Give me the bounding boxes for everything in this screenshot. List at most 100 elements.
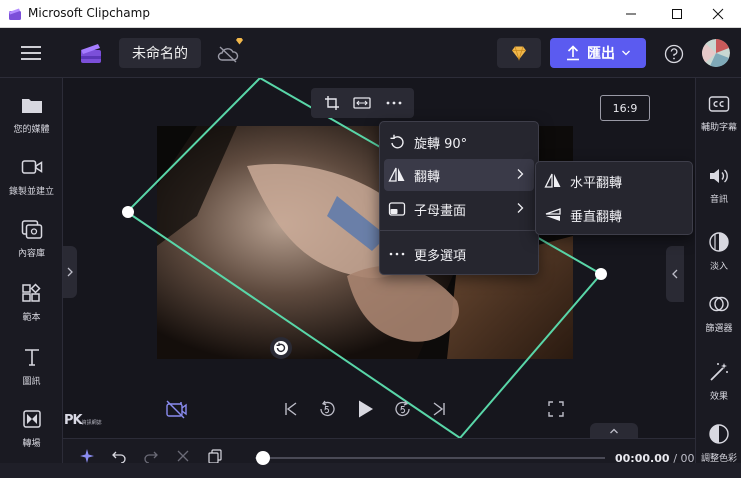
menu-item-label: 垂直翻轉 [570, 209, 623, 225]
menu-item-picture-in-picture[interactable]: 子母畫面 [384, 193, 534, 225]
crop-icon [325, 96, 339, 110]
window-title: Microsoft Clipchamp [28, 6, 150, 20]
close-icon [712, 8, 724, 20]
expand-right-panel-button[interactable] [666, 246, 684, 302]
menu-item-rotate[interactable]: 旋轉 90° [384, 126, 534, 158]
hamburger-icon [21, 46, 41, 60]
sidebar-item-filters[interactable]: 篩選器 [696, 290, 741, 348]
hamburger-menu-button[interactable] [14, 40, 48, 66]
camera-off-icon [166, 400, 187, 419]
export-button[interactable]: 匯出 [550, 38, 646, 68]
menu-item-more-options[interactable]: 更多選項 [384, 238, 534, 270]
play-button[interactable] [353, 394, 379, 424]
ai-assist-button[interactable] [77, 448, 97, 464]
flip-horizontal-icon [540, 171, 566, 191]
menu-item-flip-horizontal[interactable]: 水平翻轉 [540, 165, 688, 197]
resize-handle-right[interactable] [595, 268, 607, 280]
menu-item-label: 旋轉 90° [414, 136, 468, 152]
sidebar-item-label: 效果 [709, 392, 728, 402]
redo-icon [144, 451, 158, 463]
chevron-down-icon [622, 50, 630, 56]
video-camera-icon [0, 152, 63, 182]
duplicate-button[interactable] [205, 448, 225, 464]
context-toolbar [311, 88, 414, 118]
forward-5s-button[interactable] [391, 396, 415, 422]
fullscreen-button[interactable] [544, 396, 568, 422]
help-button[interactable] [662, 42, 686, 66]
expand-timeline-button[interactable] [590, 423, 638, 438]
sidebar-item-label: 您的媒體 [13, 125, 50, 135]
menu-item-label: 水平翻轉 [570, 175, 623, 191]
chevron-right-icon [517, 203, 524, 213]
text-icon [0, 342, 63, 372]
rewind-5-icon [320, 400, 335, 417]
maximize-button[interactable] [654, 0, 700, 28]
sidebar-item-your-media[interactable]: 您的媒體 [0, 90, 63, 150]
sidebar-item-fade[interactable]: 淡入 [696, 228, 741, 286]
sidebar-item-label: 淡入 [709, 262, 728, 272]
upload-icon [567, 45, 579, 61]
sidebar-item-templates[interactable]: 範本 [0, 278, 63, 338]
sidebar-item-captions[interactable]: 輔助字幕 [696, 90, 741, 148]
hide-camera-button[interactable] [163, 396, 189, 422]
expand-left-panel-button[interactable] [63, 246, 77, 298]
sidebar-item-adjust-colors[interactable]: 調整色彩 [696, 420, 741, 478]
fit-icon [353, 97, 371, 109]
avatar[interactable] [702, 39, 730, 67]
menu-item-label: 更多選項 [414, 248, 467, 264]
watermark-subtext: 資訊網誌 [81, 420, 102, 426]
skip-to-end-icon [433, 402, 445, 416]
undo-button[interactable] [109, 448, 129, 464]
sidebar-item-label: 錄製並建立 [8, 187, 54, 197]
upgrade-premium-button[interactable] [497, 38, 541, 68]
window-title-bar: Microsoft Clipchamp [0, 0, 741, 28]
fit-button[interactable] [349, 92, 375, 114]
skip-back-button[interactable] [279, 396, 303, 422]
premium-diamond-icon [236, 38, 243, 45]
templates-icon [0, 278, 63, 308]
rewind-5s-button[interactable] [315, 396, 339, 422]
sidebar-item-record-create[interactable]: 錄製並建立 [0, 152, 63, 212]
timeline-scrub-track[interactable] [255, 457, 605, 459]
sidebar-item-label: 調整色彩 [700, 454, 737, 464]
cut-button[interactable] [173, 448, 193, 464]
sidebar-item-transitions[interactable]: 轉場 [0, 404, 63, 464]
captions-icon [696, 90, 741, 118]
sidebar-item-label: 輔助字幕 [700, 123, 737, 133]
diamond-icon [512, 46, 526, 61]
redo-button[interactable] [141, 448, 161, 464]
speaker-icon [696, 162, 741, 190]
menu-item-flip-vertical[interactable]: 垂直翻轉 [540, 199, 688, 231]
watermark-text: PK [64, 413, 83, 428]
app-header: 未命名的 匯出 [0, 28, 741, 78]
flip-vertical-icon [540, 205, 566, 225]
clipchamp-brand-icon [81, 44, 101, 63]
more-tools-button[interactable] [381, 92, 407, 114]
aspect-ratio-button[interactable]: 16:9 [600, 95, 650, 121]
rotate-handle-icon [274, 341, 288, 355]
rotate-handle[interactable] [270, 337, 292, 359]
cloud-sync-status[interactable] [214, 38, 243, 66]
play-icon [359, 400, 373, 418]
sidebar-item-label: 圖訊 [22, 377, 41, 387]
sidebar-item-content-library[interactable]: 內容庫 [0, 214, 63, 274]
skip-to-start-icon [285, 402, 297, 416]
sidebar-item-text[interactable]: 圖訊 [0, 342, 63, 402]
project-name-field[interactable]: 未命名的 [119, 38, 201, 68]
close-button[interactable] [695, 0, 741, 28]
sidebar-item-audio[interactable]: 音訊 [696, 162, 741, 220]
sidebar-item-label: 轉場 [22, 439, 41, 449]
clipchamp-logo [78, 40, 104, 66]
crop-button[interactable] [319, 92, 345, 114]
right-sidebar: 輔助字幕 音訊 淡入 篩選器 效果 調整色彩 [695, 78, 741, 464]
folder-icon [0, 90, 63, 120]
avatar-icon [702, 39, 730, 67]
skip-forward-button[interactable] [427, 396, 451, 422]
sidebar-item-label: 範本 [22, 313, 41, 323]
sidebar-item-label: 音訊 [709, 195, 728, 205]
chevron-right-icon [67, 267, 73, 277]
minimize-button[interactable] [608, 0, 654, 28]
sidebar-item-effects[interactable]: 效果 [696, 358, 741, 416]
menu-item-flip[interactable]: 翻轉 [384, 159, 534, 191]
resize-handle-left[interactable] [122, 206, 134, 218]
